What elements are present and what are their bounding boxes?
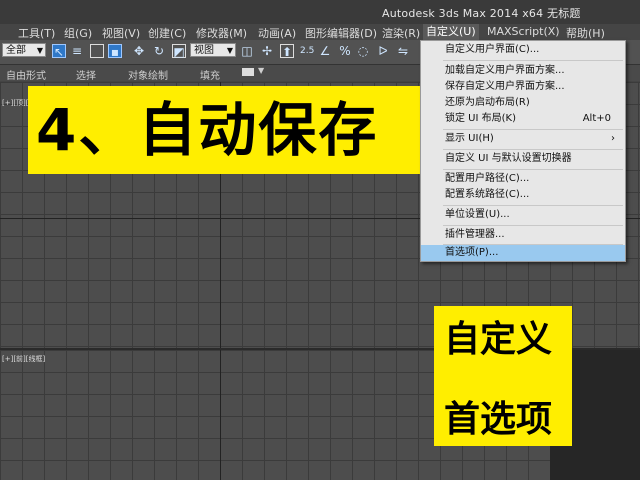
callout-text-preferences: 首选项: [444, 399, 553, 440]
menu-item-load-ui-scheme[interactable]: 加载自定义用户界面方案...: [421, 63, 625, 79]
select-object-icon[interactable]: ↖: [52, 44, 66, 59]
menu-bar: 工具(T) 组(G) 视图(V) 创建(C) 修改器(M) 动画(A) 图形编辑…: [0, 24, 640, 40]
customize-menu: 自定义用户界面(C)... 加载自定义用户界面方案... 保存自定义用户界面方案…: [420, 40, 626, 262]
grid-axis-y: [220, 350, 221, 480]
chevron-down-icon: ▼: [226, 46, 233, 55]
selection-filter-value: 全部: [6, 45, 26, 56]
window-crossing-icon[interactable]: ▪: [108, 44, 122, 59]
viewport-label[interactable]: [+][前][线框]: [2, 354, 45, 364]
chevron-down-icon[interactable]: ▼: [258, 66, 264, 75]
keyboard-shortcut-icon[interactable]: ⬆: [280, 44, 294, 59]
reference-coord-value: 视图: [194, 45, 214, 56]
select-by-name-icon[interactable]: ≡: [70, 44, 84, 58]
menu-separator: [443, 60, 623, 61]
menu-modifiers[interactable]: 修改器(M): [196, 25, 247, 41]
menu-customize[interactable]: 自定义(U): [423, 24, 479, 40]
menu-item-plugin-manager[interactable]: 插件管理器...: [421, 227, 625, 243]
menu-item-ui-defaults-switcher[interactable]: 自定义 UI 与默认设置切换器: [421, 151, 625, 167]
rotate-icon[interactable]: ↻: [152, 44, 166, 58]
menu-item-configure-user-paths[interactable]: 配置用户路径(C)...: [421, 171, 625, 187]
edit-named-selection-icon[interactable]: ᐅ: [376, 44, 390, 58]
chevron-down-icon: ▼: [36, 46, 43, 55]
menu-group[interactable]: 组(G): [64, 25, 92, 41]
menu-item-save-ui-scheme[interactable]: 保存自定义用户界面方案...: [421, 79, 625, 95]
menu-tools[interactable]: 工具(T): [18, 25, 55, 41]
menu-separator: [443, 149, 623, 150]
chevron-right-icon: ›: [611, 133, 615, 144]
snap-toggle-icon[interactable]: 2.5: [300, 44, 314, 58]
selection-filter-dropdown[interactable]: 全部 ▼: [2, 43, 46, 57]
callout-text-customize: 自定义: [444, 319, 553, 360]
menu-views[interactable]: 视图(V): [102, 25, 140, 41]
scale-icon[interactable]: ◩: [172, 44, 186, 59]
menu-separator: [443, 205, 623, 206]
menu-separator: [443, 225, 623, 226]
menu-item-configure-system-paths[interactable]: 配置系统路径(C)...: [421, 187, 625, 203]
menu-item-show-ui[interactable]: 显示 UI(H) ›: [421, 131, 625, 147]
window-title: Autodesk 3ds Max 2014 x64 无标题: [382, 7, 581, 20]
ribbon-toggle-icon[interactable]: [242, 68, 254, 76]
menu-item-preferences[interactable]: 首选项(P)...: [421, 245, 625, 261]
menu-item-revert-startup-layout[interactable]: 还原为启动布局(R): [421, 95, 625, 111]
tutorial-banner: 4、自动保存: [28, 86, 456, 174]
menu-maxscript[interactable]: MAXScript(X): [487, 25, 560, 38]
angle-snap-icon[interactable]: ∠: [318, 44, 332, 58]
spinner-snap-icon[interactable]: ◌: [356, 44, 370, 58]
pivot-icon[interactable]: ◫: [240, 44, 254, 58]
ribbon-tab-selection[interactable]: 选择: [76, 67, 96, 82]
menu-graph-editors[interactable]: 图形编辑器(D): [305, 25, 377, 41]
select-manipulate-icon[interactable]: ✢: [260, 44, 274, 58]
mirror-icon[interactable]: ⇋: [396, 44, 410, 58]
menu-animation[interactable]: 动画(A): [258, 25, 296, 41]
tutorial-callout: 自定义 首选项: [434, 306, 572, 446]
move-icon[interactable]: ✥: [132, 44, 146, 58]
menu-item-customize-ui[interactable]: 自定义用户界面(C)...: [421, 42, 625, 58]
ribbon-tab-freeform[interactable]: 自由形式: [6, 67, 46, 82]
title-bar: Autodesk 3ds Max 2014 x64 无标题: [0, 0, 640, 24]
rectangular-selection-icon[interactable]: [90, 44, 104, 58]
reference-coord-dropdown[interactable]: 视图 ▼: [190, 43, 236, 57]
percent-snap-icon[interactable]: %: [338, 44, 352, 58]
menu-item-lock-ui-layout[interactable]: 锁定 UI 布局(K) Alt+0: [421, 111, 625, 127]
menu-create[interactable]: 创建(C): [148, 25, 186, 41]
menu-help[interactable]: 帮助(H): [566, 25, 605, 41]
menu-rendering[interactable]: 渲染(R): [382, 25, 420, 41]
menu-separator: [443, 169, 623, 170]
ribbon-tab-populate[interactable]: 填充: [200, 67, 220, 82]
menu-item-shortcut: Alt+0: [582, 113, 611, 124]
menu-item-units-setup[interactable]: 单位设置(U)...: [421, 207, 625, 223]
menu-separator: [443, 129, 623, 130]
ribbon-tab-object-paint[interactable]: 对象绘制: [128, 67, 168, 82]
